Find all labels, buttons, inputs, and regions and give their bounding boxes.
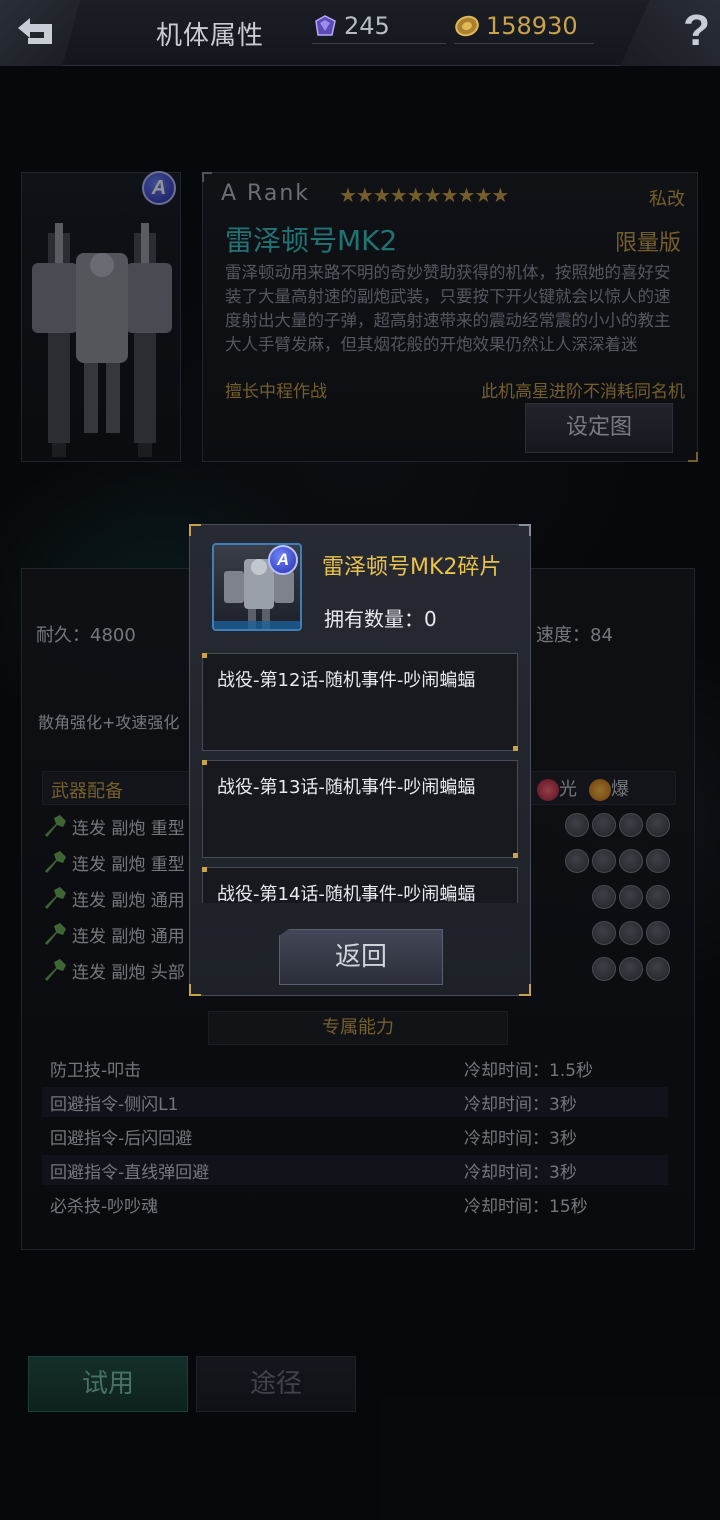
gold-coin-icon <box>455 15 479 37</box>
rank-badge-icon: A <box>268 545 298 575</box>
diamond-icon <box>315 15 336 36</box>
dialog-corner <box>189 524 201 536</box>
route-corner <box>202 653 207 658</box>
back-arrow-icon <box>18 18 52 44</box>
fragment-icon: A <box>212 543 302 631</box>
route-corner <box>513 853 518 858</box>
route-item[interactable]: 战役-第13话-随机事件-吵闹蝙蝠 <box>202 760 518 858</box>
top-bar: 机体属性 245 158930 ? <box>0 0 720 66</box>
route-list[interactable]: 战役-第12话-随机事件-吵闹蝙蝠 战役-第13话-随机事件-吵闹蝙蝠 战役-第… <box>202 653 518 903</box>
diamond-value: 245 <box>344 12 390 40</box>
gold-counter: 158930 <box>454 10 594 44</box>
route-item[interactable]: 战役-第12话-随机事件-吵闹蝙蝠 <box>202 653 518 751</box>
back-button[interactable] <box>0 0 80 66</box>
fragment-source-dialog: A 雷泽顿号MK2碎片 拥有数量：0 战役-第12话-随机事件-吵闹蝙蝠 战役-… <box>189 524 531 996</box>
route-text: 战役-第13话-随机事件-吵闹蝙蝠 <box>217 777 476 798</box>
route-item[interactable]: 战役-第14话-随机事件-吵闹蝙蝠 <box>202 867 518 903</box>
question-mark-icon: ? <box>683 6 710 55</box>
route-corner <box>202 760 207 765</box>
route-corner <box>513 746 518 751</box>
help-button[interactable]: ? <box>620 0 720 66</box>
dialog-corner <box>519 524 531 536</box>
route-corner <box>202 867 207 872</box>
owned-count: 拥有数量：0 <box>324 607 437 631</box>
diamond-counter: 245 <box>312 10 446 44</box>
dialog-back-button[interactable]: 返回 <box>279 929 443 985</box>
dialog-corner <box>519 984 531 996</box>
page-title: 机体属性 <box>156 21 265 51</box>
route-text: 战役-第14话-随机事件-吵闹蝙蝠 <box>217 884 476 903</box>
gold-value: 158930 <box>486 12 578 40</box>
route-text: 战役-第12话-随机事件-吵闹蝙蝠 <box>217 670 476 691</box>
fragment-name: 雷泽顿号MK2碎片 <box>322 555 502 580</box>
dialog-corner <box>189 984 201 996</box>
